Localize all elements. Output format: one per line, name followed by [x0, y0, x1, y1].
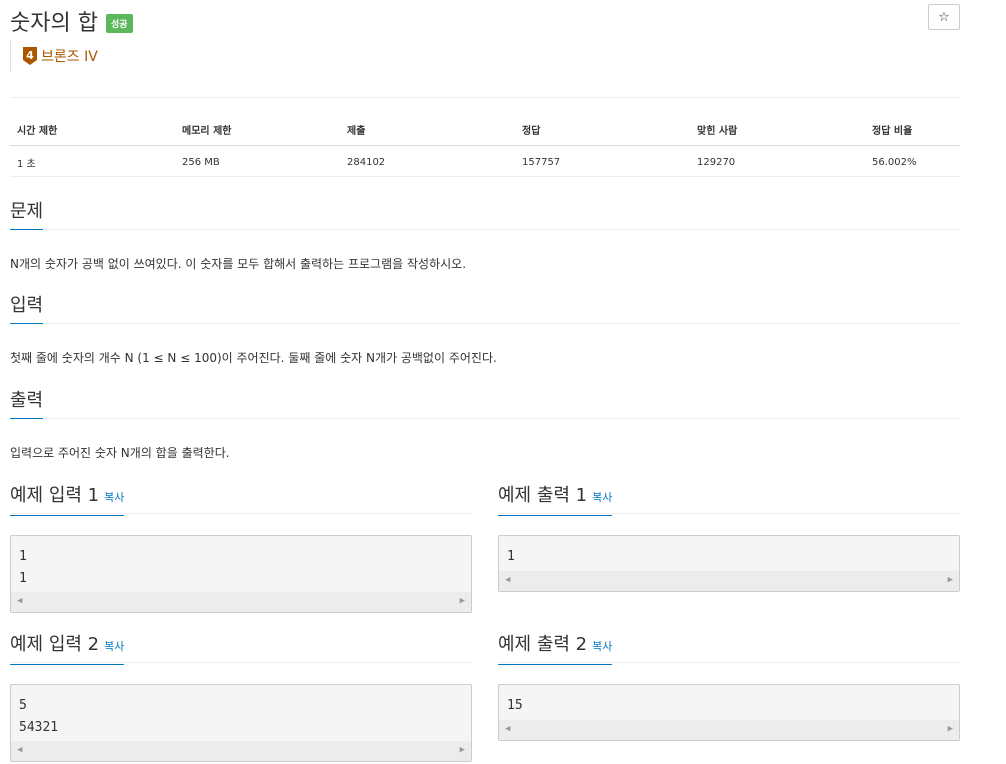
header-accept-ratio: 정답 비율 — [865, 116, 960, 146]
bronze-tier-icon: 4 — [23, 47, 37, 65]
header-memory-limit: 메모리 제한 — [175, 116, 340, 146]
copy-button[interactable]: 복사 — [592, 491, 612, 504]
sample-input-1-title: 예제 입력 1 — [10, 485, 100, 506]
sample-input-1-content: 1 1 — [19, 549, 27, 586]
value-memory-limit: 256 MB — [175, 145, 340, 177]
sample-output-2-box[interactable]: 15 ◀ ▶ — [498, 684, 960, 741]
output-section: 출력 입력으로 주어진 숫자 N개의 합을 출력한다. — [10, 390, 960, 461]
favorite-button[interactable]: ☆ — [928, 4, 960, 30]
header-time-limit: 시간 제한 — [10, 116, 175, 146]
header-submissions: 제출 — [340, 116, 515, 146]
triangle-right-icon[interactable]: ▶ — [460, 745, 465, 755]
input-title: 입력 — [10, 295, 44, 324]
triangle-right-icon[interactable]: ▶ — [948, 724, 953, 734]
value-solved-users[interactable]: 129270 — [690, 145, 865, 177]
triangle-left-icon[interactable]: ◀ — [17, 596, 22, 606]
sample-output-1-title: 예제 출력 1 — [498, 485, 588, 506]
sample-title-wrap: 예제 출력 1 복사 — [498, 485, 613, 516]
output-title: 출력 — [10, 390, 44, 419]
tier-number: 4 — [26, 49, 34, 62]
input-section: 입력 첫째 줄에 숫자의 개수 N (1 ≤ N ≤ 100)이 주어진다. 둘… — [10, 295, 960, 366]
sample-header: 예제 출력 2 복사 — [498, 634, 960, 665]
copy-button[interactable]: 복사 — [104, 640, 124, 653]
divider — [10, 97, 960, 98]
problem-info-table: 시간 제한 메모리 제한 제출 정답 맞힌 사람 정답 비율 1 초 256 M… — [10, 116, 960, 177]
value-accepted[interactable]: 157757 — [515, 145, 690, 177]
sample-output-1-box[interactable]: 1 ◀ ▶ — [498, 535, 960, 592]
sample-input-2: 예제 입력 2 복사 — [10, 634, 472, 665]
sample-input-1-box[interactable]: 1 1 ◀ ▶ — [10, 535, 472, 613]
section-header: 입력 — [10, 295, 960, 324]
sample-header: 예제 출력 1 복사 — [498, 485, 960, 516]
triangle-left-icon[interactable]: ◀ — [505, 724, 510, 734]
sample-output-1-content: 1 — [507, 549, 515, 564]
table-row: 1 초 256 MB 284102 157757 129270 56.002% — [10, 145, 960, 177]
sample-output-1: 예제 출력 1 복사 — [498, 485, 960, 516]
sample-title-wrap: 예제 출력 2 복사 — [498, 634, 613, 665]
page-title: 숫자의 합 — [10, 11, 98, 36]
tier-info: 4 브론즈 IV — [10, 40, 98, 72]
header-solved-users: 맞힌 사람 — [690, 116, 865, 146]
value-time-limit: 1 초 — [10, 145, 175, 177]
header-accepted: 정답 — [515, 116, 690, 146]
triangle-right-icon[interactable]: ▶ — [460, 596, 465, 606]
value-accept-ratio: 56.002% — [865, 145, 960, 177]
sample-input-2-content: 5 54321 — [19, 698, 59, 735]
triangle-left-icon[interactable]: ◀ — [17, 745, 22, 755]
title-row: 숫자의 합 성공 — [10, 6, 133, 36]
sample-title-wrap: 예제 입력 1 복사 — [10, 485, 125, 516]
horizontal-scrollbar[interactable]: ◀ ▶ — [499, 571, 959, 591]
copy-button[interactable]: 복사 — [592, 640, 612, 653]
sample-output-2-content: 15 — [507, 698, 523, 713]
output-text: 입력으로 주어진 숫자 N개의 합을 출력한다. — [10, 446, 230, 460]
star-icon: ☆ — [938, 9, 950, 25]
horizontal-scrollbar[interactable]: ◀ ▶ — [11, 741, 471, 761]
tier-label[interactable]: 브론즈 IV — [41, 46, 98, 66]
description-section: 문제 N개의 숫자가 공백 없이 쓰여있다. 이 숫자를 모두 합해서 출력하는… — [10, 201, 960, 272]
table-header-row: 시간 제한 메모리 제한 제출 정답 맞힌 사람 정답 비율 — [10, 116, 960, 146]
triangle-right-icon[interactable]: ▶ — [948, 575, 953, 585]
triangle-left-icon[interactable]: ◀ — [505, 575, 510, 585]
value-submissions[interactable]: 284102 — [340, 145, 515, 177]
sample-header: 예제 입력 1 복사 — [10, 485, 472, 516]
section-header: 출력 — [10, 390, 960, 419]
sample-header: 예제 입력 2 복사 — [10, 634, 472, 665]
sample-title-wrap: 예제 입력 2 복사 — [10, 634, 125, 665]
sample-input-2-title: 예제 입력 2 — [10, 634, 100, 655]
status-badge: 성공 — [105, 13, 133, 33]
copy-button[interactable]: 복사 — [104, 491, 124, 504]
sample-input-1: 예제 입력 1 복사 — [10, 485, 472, 516]
horizontal-scrollbar[interactable]: ◀ ▶ — [499, 720, 959, 740]
sample-output-2-title: 예제 출력 2 — [498, 634, 588, 655]
horizontal-scrollbar[interactable]: ◀ ▶ — [11, 592, 471, 612]
description-title: 문제 — [10, 201, 44, 230]
sample-input-2-box[interactable]: 5 54321 ◀ ▶ — [10, 684, 472, 762]
input-text: 첫째 줄에 숫자의 개수 N (1 ≤ N ≤ 100)이 주어진다. 둘째 줄… — [10, 351, 497, 365]
section-header: 문제 — [10, 201, 960, 230]
description-text: N개의 숫자가 공백 없이 쓰여있다. 이 숫자를 모두 합해서 출력하는 프로… — [10, 257, 467, 271]
sample-output-2: 예제 출력 2 복사 — [498, 634, 960, 665]
